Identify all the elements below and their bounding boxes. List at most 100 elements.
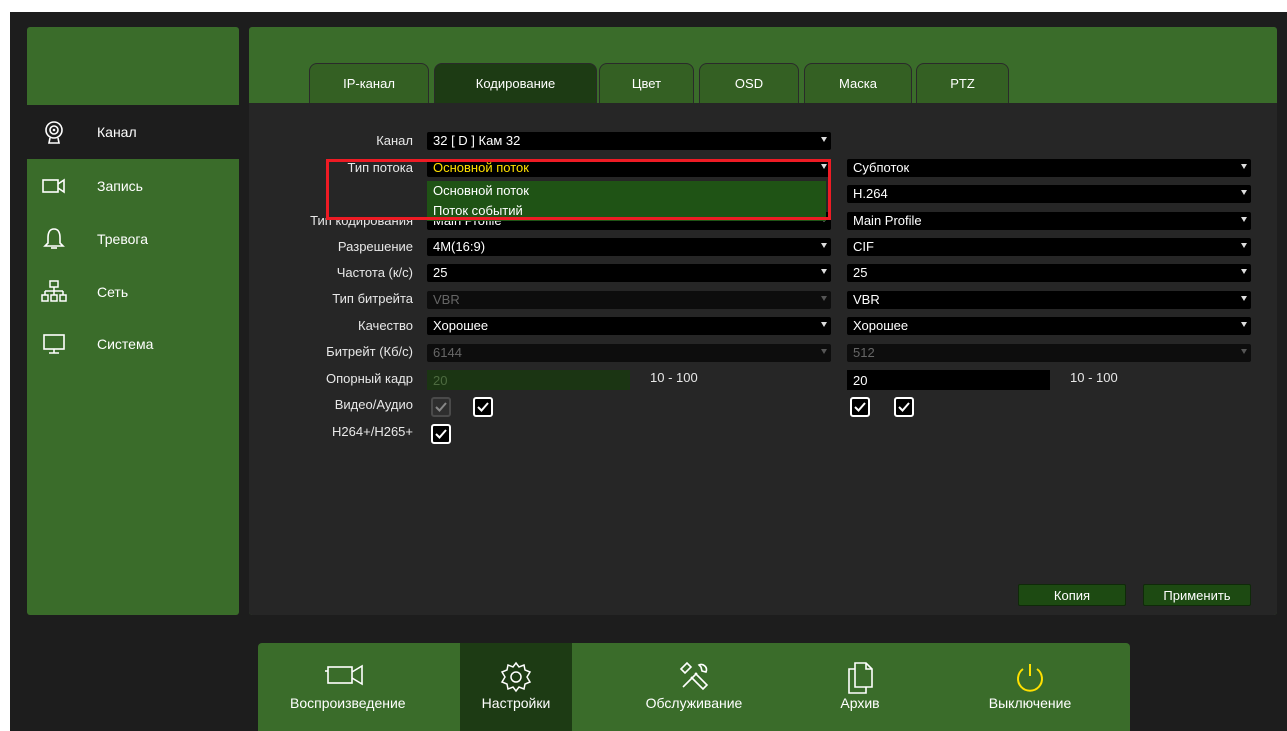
channel-select-value: 32 [ D ] Кам 32 (433, 133, 521, 148)
bottom-button-label: Архив (840, 695, 880, 711)
chevron-down-icon (1241, 164, 1247, 169)
sidebar-item-system[interactable]: Система (27, 327, 239, 361)
sub-keyframe-input[interactable]: 20 (847, 370, 1050, 390)
sub-audio-checkbox[interactable] (894, 397, 914, 417)
gear-icon (499, 661, 533, 698)
bell-icon (41, 226, 67, 252)
sub-bitrate-select-value: 512 (853, 345, 875, 360)
keyframe-input: 20 (427, 370, 630, 390)
chevron-down-icon (1241, 296, 1247, 301)
sidebar-item-label: Запись (97, 178, 143, 194)
sub-codec-select[interactable]: H.264 (847, 185, 1251, 203)
sidebar-item-channel[interactable]: Канал (27, 115, 239, 149)
bitrate-select: 6144 (427, 344, 831, 362)
check-icon (898, 402, 910, 412)
chevron-down-icon (821, 137, 827, 142)
substream-select-value: Субпоток (853, 160, 910, 175)
sub-frame-rate-select-value: 25 (853, 265, 868, 280)
frame-rate-select[interactable]: 25 (427, 264, 831, 282)
monitor-icon (41, 331, 67, 357)
check-icon (435, 402, 447, 412)
tab-color[interactable]: Цвет (599, 63, 694, 103)
chevron-down-icon (821, 296, 827, 301)
channel-label: Канал (376, 133, 413, 148)
sub-resolution-select[interactable]: CIF (847, 238, 1251, 256)
audio-checkbox[interactable] (473, 397, 493, 417)
check-icon (477, 402, 489, 412)
sidebar: Канал Запись Тревога Сеть Система (27, 27, 239, 615)
stream-type-dropdown: Основной поток Поток событий (427, 181, 826, 221)
sub-bitrate-select: 512 (847, 344, 1251, 362)
sidebar-item-record[interactable]: Запись (27, 169, 239, 203)
sub-bitrate-type-select-value: VBR (853, 292, 880, 307)
sidebar-item-label: Канал (97, 124, 137, 140)
chevron-down-icon (1241, 322, 1247, 327)
encoding-type-label: Тип кодирования (310, 213, 413, 228)
sub-bitrate-type-select[interactable]: VBR (847, 291, 1251, 309)
sub-frame-rate-select[interactable]: 25 (847, 264, 1251, 282)
bitrate-type-label: Тип битрейта (332, 291, 413, 306)
bottom-shutdown-button[interactable]: Выключение (974, 643, 1086, 731)
frame-rate-label: Частота (к/с) (336, 265, 413, 280)
bottom-playback-button[interactable]: Воспроизведение (290, 643, 406, 731)
sub-video-checkbox[interactable] (850, 397, 870, 417)
tab-ptz[interactable]: PTZ (916, 63, 1009, 103)
resolution-label: Разрешение (337, 239, 413, 254)
bitrate-label: Битрейт (Кб/с) (326, 344, 413, 359)
sub-quality-select-value: Хорошее (853, 318, 909, 333)
sub-encoding-type-select[interactable]: Main Profile (847, 212, 1251, 230)
apply-button[interactable]: Применить (1143, 584, 1251, 606)
tab-osd[interactable]: OSD (699, 63, 799, 103)
chevron-down-icon (821, 243, 827, 248)
stream-type-select[interactable]: Основной поток (427, 159, 831, 177)
frame-rate-select-value: 25 (433, 265, 448, 280)
bottom-maintenance-button[interactable]: Обслуживание (638, 643, 750, 731)
stream-type-label: Тип потока (347, 160, 413, 175)
sidebar-item-network[interactable]: Сеть (27, 275, 239, 309)
video-audio-label: Видео/Аудио (334, 397, 413, 412)
chevron-down-icon (1241, 349, 1247, 354)
chevron-down-icon (1241, 217, 1247, 222)
h264plus-checkbox[interactable] (431, 424, 451, 444)
dropdown-option-event-stream[interactable]: Поток событий (427, 201, 826, 221)
bottom-button-label: Обслуживание (645, 695, 743, 711)
chevron-down-icon (821, 349, 827, 354)
bottom-settings-button[interactable]: Настройки (460, 643, 572, 731)
tab-ip-channel[interactable]: IP-канал (309, 63, 429, 103)
sidebar-item-alarm[interactable]: Тревога (27, 222, 239, 256)
sidebar-item-label: Сеть (97, 284, 129, 300)
chevron-down-icon (1241, 243, 1247, 248)
dropdown-option-main-stream[interactable]: Основной поток (427, 181, 826, 201)
stream-type-select-value: Основной поток (433, 160, 529, 175)
substream-select[interactable]: Субпоток (847, 159, 1251, 177)
bottom-button-label: Воспроизведение (290, 695, 406, 711)
quality-select-value: Хорошее (433, 318, 489, 333)
sub-keyframe-range: 10 - 100 (1070, 370, 1118, 385)
quality-select[interactable]: Хорошее (427, 317, 831, 335)
tab-mask[interactable]: Маска (804, 63, 912, 103)
check-icon (854, 402, 866, 412)
sub-encoding-type-select-value: Main Profile (853, 213, 922, 228)
bottom-button-label: Настройки (481, 695, 551, 711)
bottom-archive-button[interactable]: Архив (804, 643, 916, 731)
video-camera-icon (41, 173, 67, 199)
sub-quality-select[interactable]: Хорошее (847, 317, 1251, 335)
bitrate-select-value: 6144 (433, 345, 462, 360)
tools-icon (677, 661, 711, 698)
check-icon (435, 429, 447, 439)
h264plus-label: H264+/H265+ (332, 424, 413, 439)
resolution-select[interactable]: 4M(16:9) (427, 238, 831, 256)
copy-button[interactable]: Копия (1018, 584, 1126, 606)
channel-select[interactable]: 32 [ D ] Кам 32 (427, 132, 831, 150)
sub-codec-select-value: H.264 (853, 186, 888, 201)
keyframe-range: 10 - 100 (650, 370, 698, 385)
camera-lens-icon (41, 119, 67, 145)
keyframe-label: Опорный кадр (325, 371, 413, 386)
tab-encoding[interactable]: Кодирование (434, 63, 597, 103)
chevron-down-icon (821, 164, 827, 169)
bottom-button-label: Выключение (988, 695, 1072, 711)
video-camera-icon (325, 661, 367, 694)
chevron-down-icon (1241, 190, 1247, 195)
sidebar-item-label: Система (97, 336, 154, 352)
chevron-down-icon (1241, 269, 1247, 274)
